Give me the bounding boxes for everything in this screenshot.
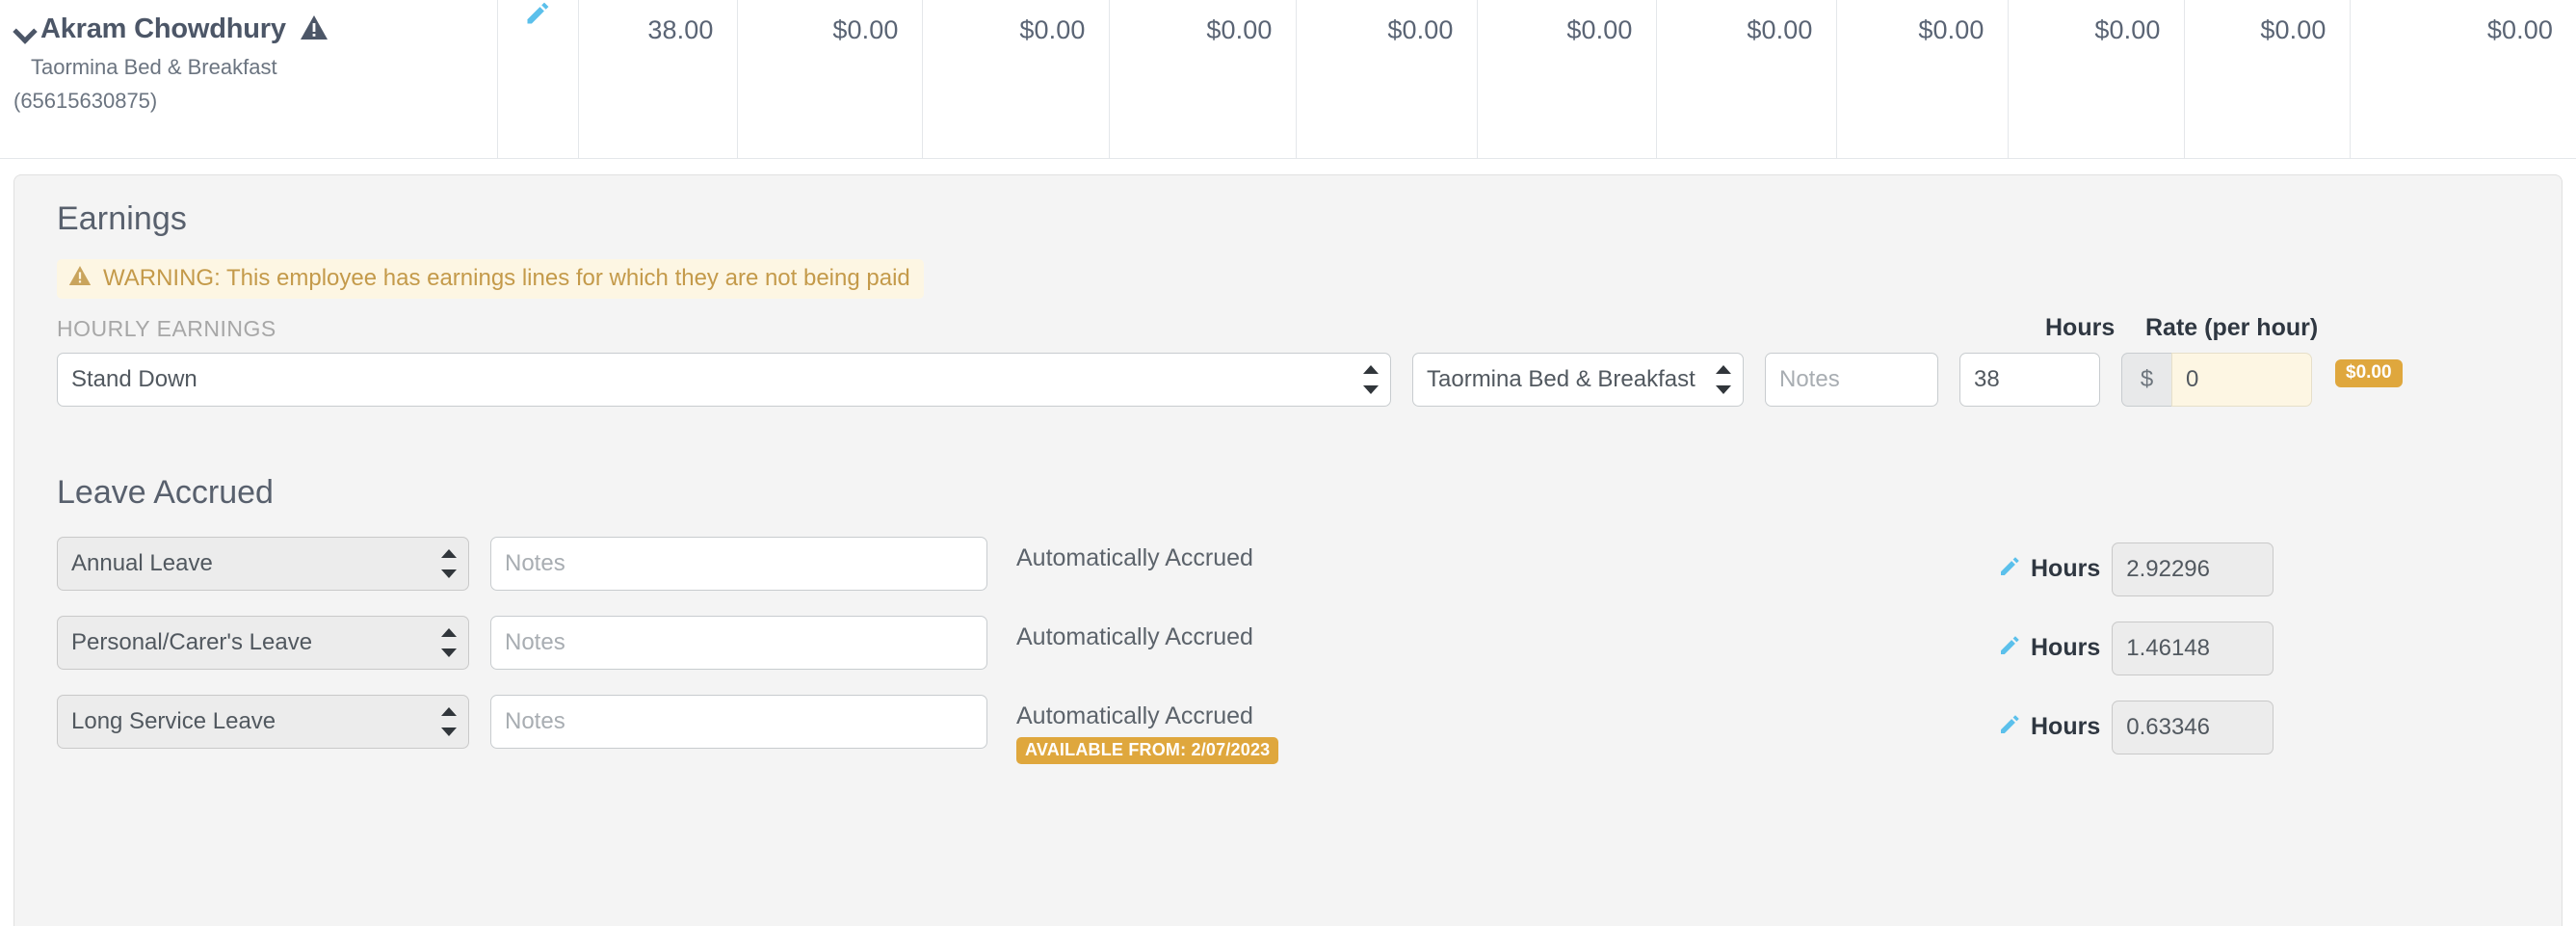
leave-accrued-row: Personal/Carer's Leave Automatically Acc… [57,615,2519,675]
available-from-badge: AVAILABLE FROM: 2/07/2023 [1016,736,1279,764]
pay-category-select[interactable]: Stand Down [57,352,1391,407]
leave-category-select-wrap[interactable]: Long Service Leave [57,694,469,749]
summary-value-2: $0.00 [922,0,1110,159]
earnings-location-select-wrap[interactable]: Taormina Bed & Breakfast [1412,352,1744,407]
leave-category-select[interactable]: Annual Leave [57,536,469,591]
summary-value-8: $0.00 [2008,0,2185,159]
earnings-rate-group: $ [2121,352,2312,407]
pay-details-panel: Earnings WARNING: This employee has earn… [13,173,2563,926]
leave-accrued-row: Long Service Leave Automatically Accrued… [57,694,2519,764]
earnings-rate-input[interactable] [2171,352,2312,407]
edit-employee-cell[interactable] [497,0,579,159]
table-row: Akram Chowdhury Taormina Bed & Breakfast… [0,0,2576,159]
pencil-edit-icon[interactable] [1998,713,2021,741]
accrual-status-text: Automatically Accrued [1016,622,1253,650]
pay-category-select-wrap[interactable]: Stand Down [57,352,1391,407]
earnings-column-headers: HOURLY EARNINGS Hours Rate (per hour) [57,313,2519,349]
earnings-hours-input[interactable] [1959,352,2100,407]
employee-summary-table: Akram Chowdhury Taormina Bed & Breakfast… [0,0,2576,159]
hours-column-header: Hours [2045,313,2116,341]
leave-hours-group: Hours [1998,700,2274,754]
summary-value-9: $0.00 [2184,0,2351,159]
leave-hours-label: Hours [2031,555,2101,582]
leave-hours-label: Hours [2031,713,2101,740]
summary-value-1: $0.00 [737,0,923,159]
earnings-warning-banner: WARNING: This employee has earnings line… [57,258,924,299]
earnings-notes-input[interactable] [1765,352,1938,407]
leave-category-select-wrap[interactable]: Annual Leave [57,536,469,591]
summary-value-5: $0.00 [1477,0,1657,159]
accrual-status-text: Automatically Accrued [1016,543,1253,571]
summary-value-6: $0.00 [1656,0,1837,159]
summary-value-4: $0.00 [1296,0,1478,159]
currency-symbol-addon: $ [2121,352,2171,407]
pencil-edit-icon[interactable] [1998,555,2021,583]
earnings-title: Earnings [57,199,187,237]
warning-triangle-icon [68,265,92,291]
warning-text: WARNING: This employee has earnings line… [103,264,910,291]
leave-hours-input[interactable] [2112,621,2274,675]
leave-accrual-info: Automatically Accrued AVAILABLE FROM: 2/… [1016,695,1556,764]
earnings-amount-badge: $0.00 [2335,358,2403,388]
leave-category-select-wrap[interactable]: Personal/Carer's Leave [57,615,469,670]
pencil-edit-icon[interactable] [1998,634,2021,662]
chevron-down-icon[interactable] [13,17,39,42]
summary-value-7: $0.00 [1836,0,2009,159]
employee-id: (65615630875) [13,89,158,113]
hourly-earnings-label: HOURLY EARNINGS [57,315,276,341]
leave-notes-input[interactable] [490,536,987,591]
leave-hours-label: Hours [2031,634,2101,661]
summary-value-0: 38.00 [578,0,738,159]
accrual-status-text: Automatically Accrued [1016,701,1253,729]
employee-location: Taormina Bed & Breakfast [31,55,277,79]
earnings-location-select[interactable]: Taormina Bed & Breakfast [1412,352,1744,407]
summary-value-3: $0.00 [1109,0,1297,159]
leave-accrual-info: Automatically Accrued [1016,616,1556,651]
leave-hours-input[interactable] [2112,542,2274,596]
employee-name-line[interactable]: Akram Chowdhury [13,13,480,45]
leave-notes-input[interactable] [490,615,987,670]
rate-column-header: Rate (per hour) [2145,313,2319,341]
employee-name: Akram Chowdhury [40,13,286,44]
pencil-edit-icon[interactable] [524,2,551,31]
leave-category-select[interactable]: Long Service Leave [57,694,469,749]
warning-triangle-icon [300,14,329,45]
leave-hours-group: Hours [1998,542,2274,596]
leave-accrued-title: Leave Accrued [57,473,274,511]
employee-info-cell: Akram Chowdhury Taormina Bed & Breakfast… [0,0,498,159]
leave-hours-input[interactable] [2112,700,2274,754]
leave-hours-group: Hours [1998,621,2274,675]
leave-category-select[interactable]: Personal/Carer's Leave [57,615,469,670]
leave-notes-input[interactable] [490,694,987,749]
summary-value-10: $0.00 [2350,0,2576,159]
earnings-line-row: Stand Down Taormina Bed & Breakfast $ $0… [57,352,2519,407]
leave-accrual-info: Automatically Accrued [1016,537,1556,572]
leave-accrued-row: Annual Leave Automatically Accrued Hours [57,536,2519,596]
